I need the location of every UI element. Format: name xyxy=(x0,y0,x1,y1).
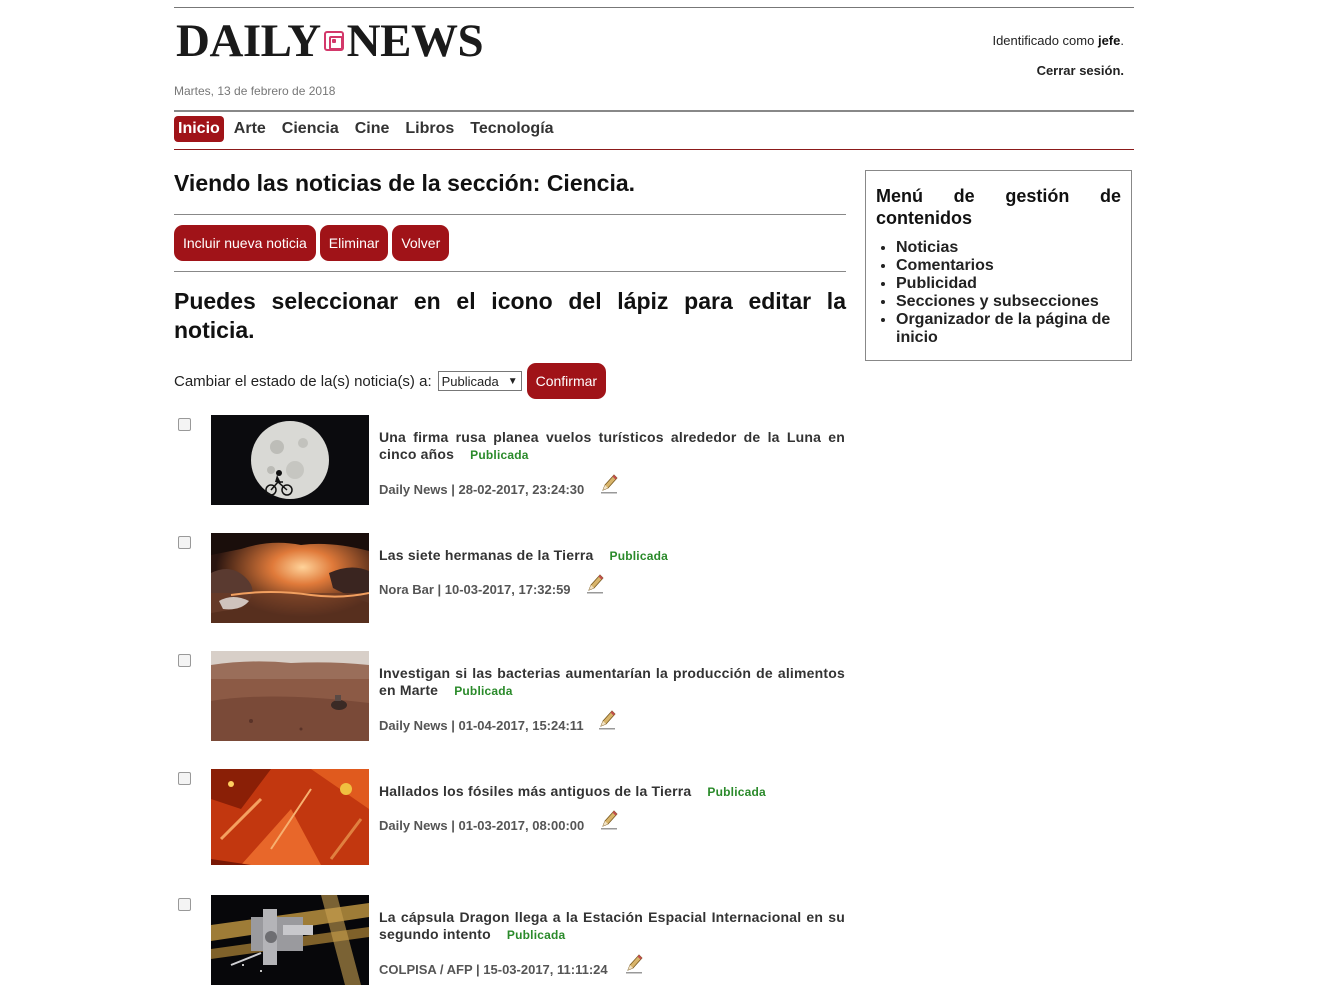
logo-text-left: DAILY xyxy=(176,14,321,67)
space-station-image[interactable] xyxy=(211,895,369,985)
news-checkbox[interactable] xyxy=(178,898,191,911)
back-button[interactable]: Volver xyxy=(392,225,450,261)
mars-surface-image[interactable] xyxy=(211,651,369,741)
moon-bicycle-image[interactable] xyxy=(211,415,369,505)
news-headline: Hallados los fósiles más antiguos de la … xyxy=(379,783,845,801)
pencil-edit-icon[interactable] xyxy=(599,473,619,495)
news-headline: La cápsula Dragon llega a la Estación Es… xyxy=(379,909,845,944)
logo-text-right: NEWS xyxy=(346,14,484,67)
section-title: Viendo las noticias de la sección: Cienc… xyxy=(174,170,636,196)
nav-bottom-rule xyxy=(174,149,1134,150)
pencil-edit-icon[interactable] xyxy=(624,953,644,975)
news-meta: Daily News | 01-04-2017, 15:24:11 xyxy=(379,718,584,733)
logo-camera-icon xyxy=(323,31,344,51)
news-checkbox[interactable] xyxy=(178,772,191,785)
action-buttons: Incluir nueva noticia Eliminar Volver xyxy=(174,225,450,261)
top-rule xyxy=(174,7,1134,8)
user-prefix: Identificado como xyxy=(992,33,1098,48)
pencil-edit-icon[interactable] xyxy=(599,809,619,831)
fossil-microscope-image[interactable] xyxy=(211,769,369,865)
news-item: Hallados los fósiles más antiguos de la … xyxy=(174,769,846,865)
pencil-edit-icon[interactable] xyxy=(597,709,617,731)
news-title-link[interactable]: Hallados los fósiles más antiguos de la … xyxy=(379,783,691,799)
news-meta: Daily News | 28-02-2017, 23:24:30 xyxy=(379,482,585,497)
edit-instructions: Puedes seleccionar en el icono del lápiz… xyxy=(174,288,846,343)
news-state: Publicada xyxy=(454,684,513,698)
news-checkbox[interactable] xyxy=(178,536,191,549)
news-meta: Daily News | 01-03-2017, 08:00:00 xyxy=(379,818,585,833)
nav-top-rule xyxy=(174,110,1134,112)
news-title-link[interactable]: Una firma rusa planea vuelos turísticos … xyxy=(379,429,845,462)
section-nav: Inicio Arte Ciencia Cine Libros Tecnolog… xyxy=(174,115,564,143)
news-checkbox[interactable] xyxy=(178,654,191,667)
news-headline: Investigan si las bacterias aumentarían … xyxy=(379,665,845,700)
news-title-link[interactable]: Investigan si las bacterias aumentarían … xyxy=(379,665,845,698)
daily-news-logo[interactable]: DAILY NEWS xyxy=(176,14,484,67)
add-news-button[interactable]: Incluir nueva noticia xyxy=(174,225,316,261)
pencil-edit-icon[interactable] xyxy=(585,573,605,595)
sidebar-title: Menú de gestión de contenidos xyxy=(876,186,1121,228)
news-headline: Las siete hermanas de la Tierra Publicada xyxy=(379,547,845,565)
content-management-menu: Menú de gestión de contenidos Noticias C… xyxy=(865,170,1132,361)
news-state: Publicada xyxy=(470,448,529,462)
user-info: Identificado como jefe. xyxy=(992,33,1124,48)
nav-item-arte[interactable]: Arte xyxy=(228,116,272,142)
current-date: Martes, 13 de febrero de 2018 xyxy=(174,84,336,98)
news-item: La cápsula Dragon llega a la Estación Es… xyxy=(174,895,846,986)
news-title-link[interactable]: Las siete hermanas de la Tierra xyxy=(379,547,594,563)
news-state: Publicada xyxy=(506,928,566,942)
nav-item-tecnologia[interactable]: Tecnología xyxy=(464,116,559,142)
sidebar-list: Noticias Comentarios Publicidad Seccione… xyxy=(876,239,1121,347)
news-checkbox[interactable] xyxy=(178,418,191,431)
nav-item-inicio[interactable]: Inicio xyxy=(174,116,224,142)
sidebar-item-publicidad[interactable]: Publicidad xyxy=(896,275,1121,293)
divider xyxy=(174,214,846,215)
sidebar-item-comentarios[interactable]: Comentarios xyxy=(896,257,1121,275)
user-name: jefe xyxy=(1097,33,1121,48)
delete-button[interactable]: Eliminar xyxy=(319,225,389,261)
news-item: Una firma rusa planea vuelos turísticos … xyxy=(174,415,846,507)
news-state: Publicada xyxy=(609,549,668,563)
divider xyxy=(174,271,846,272)
news-item: Las siete hermanas de la Tierra Publicada… xyxy=(174,533,846,625)
sidebar-item-noticias[interactable]: Noticias xyxy=(896,239,1121,257)
nav-item-cine[interactable]: Cine xyxy=(349,116,396,142)
news-meta: COLPISA / AFP | 15-03-2017, 11:11:24 xyxy=(379,962,608,977)
sidebar-item-secciones[interactable]: Secciones y subsecciones xyxy=(896,293,1121,311)
page: DAILY NEWS Martes, 13 de febrero de 2018… xyxy=(174,0,1134,986)
user-suffix: . xyxy=(1120,33,1124,48)
news-headline: Una firma rusa planea vuelos turísticos … xyxy=(379,429,845,464)
news-item: Investigan si las bacterias aumentarían … xyxy=(174,651,846,743)
status-selected-value: Publicada xyxy=(441,373,499,389)
sidebar-item-organizador[interactable]: Organizador de la página de inicio xyxy=(896,311,1121,347)
news-title-link[interactable]: La cápsula Dragon llega a la Estación Es… xyxy=(379,909,845,942)
status-label: Cambiar el estado de la(s) noticia(s) a: xyxy=(174,372,432,390)
exoplanet-landscape-image[interactable] xyxy=(211,533,369,623)
confirm-button[interactable]: Confirmar xyxy=(526,363,607,399)
news-state: Publicada xyxy=(707,785,766,799)
nav-item-libros[interactable]: Libros xyxy=(399,116,460,142)
status-select[interactable]: Publicada ▼ xyxy=(437,371,522,391)
dropdown-caret-icon: ▼ xyxy=(507,375,518,387)
news-meta: Nora Bar | 10-03-2017, 17:32:59 xyxy=(379,582,571,597)
logout-link[interactable]: Cerrar sesión. xyxy=(1037,63,1124,78)
nav-item-ciencia[interactable]: Ciencia xyxy=(276,116,345,142)
status-change-row: Cambiar el estado de la(s) noticia(s) a:… xyxy=(174,363,607,399)
